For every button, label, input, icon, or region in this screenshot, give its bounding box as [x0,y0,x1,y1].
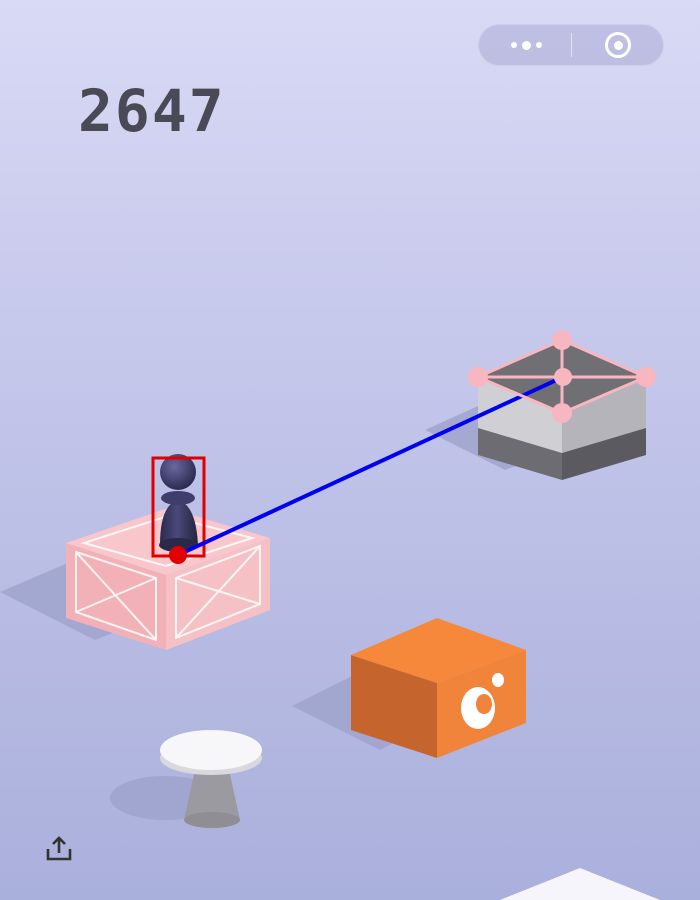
score-counter: 2647 [78,77,226,145]
player-piece[interactable] [159,454,198,552]
share-upload-icon [46,836,72,861]
orange-box-platform[interactable] [351,618,526,758]
menu-capsule [478,24,664,66]
player-anchor-point [169,546,187,564]
share-button[interactable] [44,834,74,864]
partial-tile-bottom [500,868,660,900]
capsule-divider [571,33,572,57]
more-button[interactable] [496,24,556,66]
more-dots-icon [510,42,517,48]
close-button[interactable] [588,24,648,66]
target-ring-icon [605,32,631,58]
game-stage[interactable]: 2647 [0,0,700,900]
